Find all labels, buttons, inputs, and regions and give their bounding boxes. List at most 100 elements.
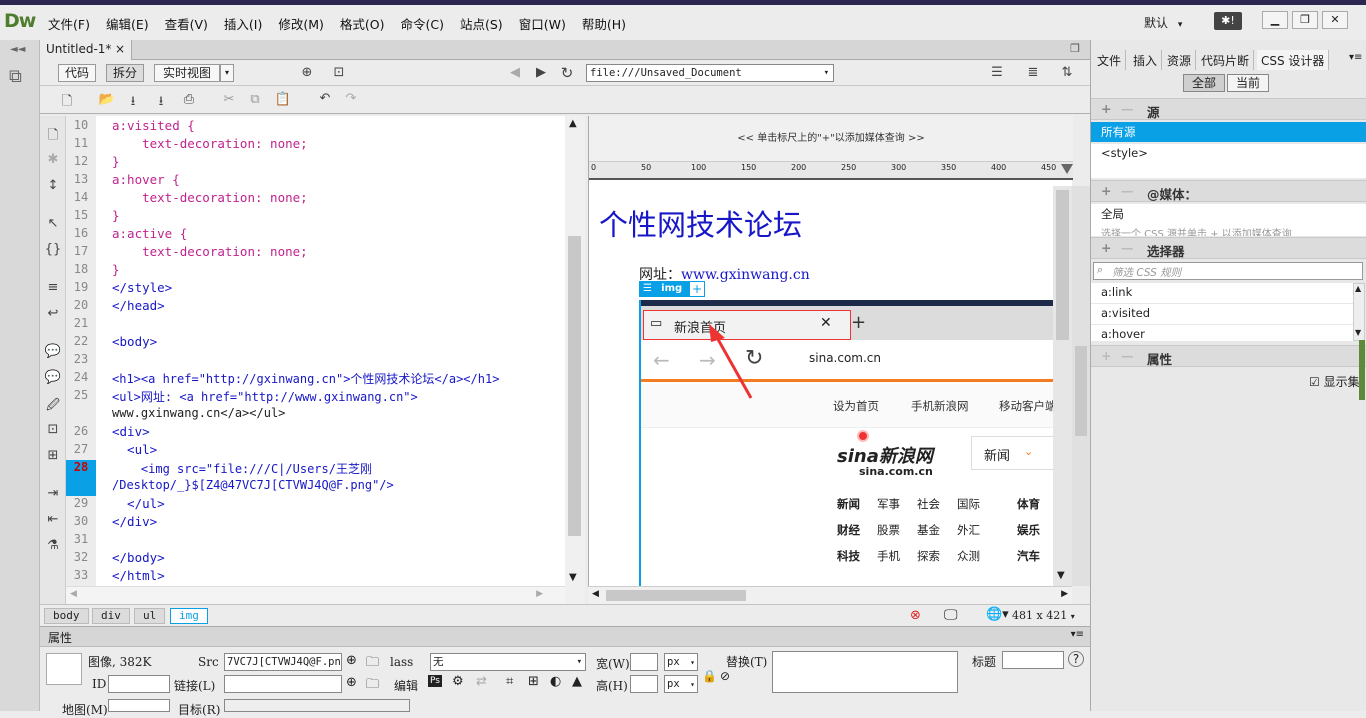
tab-assets[interactable]: 资源	[1163, 50, 1197, 70]
edit-settings-icon[interactable]: ⚙	[452, 674, 464, 689]
menu-site[interactable]: 站点(S)	[452, 14, 511, 33]
scrollbar-thumb[interactable]	[1075, 346, 1087, 436]
scrollbar-thumb[interactable]	[568, 236, 581, 536]
scroll-down-icon[interactable]: ▼	[569, 572, 577, 583]
minimize-icon[interactable]: ▁	[1262, 11, 1288, 29]
embedded-screenshot[interactable]: ▭ 新浪首页 ✕ + ← → ↻ sina.com.cn 设为首页 手机新浪网 …	[639, 300, 1053, 602]
remove-media-icon[interactable]: —	[1121, 183, 1134, 198]
crop-icon[interactable]: ⌗	[506, 674, 513, 689]
selector-item[interactable]: a:link	[1091, 283, 1353, 303]
browse-folder-icon[interactable]: 🗀	[366, 675, 379, 697]
menu-help[interactable]: 帮助(H)	[574, 14, 634, 33]
layout-icon[interactable]: ☰	[988, 65, 1006, 80]
width-unit-select[interactable]: px ▾	[664, 653, 698, 671]
close-icon[interactable]: ×	[115, 42, 125, 56]
save-all-icon[interactable]: ⭳	[152, 92, 170, 114]
media-item-global[interactable]: 全局	[1091, 204, 1366, 224]
globe-icon[interactable]: 🌐▾	[986, 607, 1009, 622]
word-wrap-icon[interactable]: ↩	[44, 306, 62, 321]
height-unit-select[interactable]: px ▾	[664, 675, 698, 693]
outdent-icon[interactable]: ⇤	[44, 512, 62, 527]
address-input[interactable]: file:///Unsaved_Document ▾	[586, 64, 834, 82]
tab-insert[interactable]: 插入	[1129, 50, 1163, 70]
link-input[interactable]	[224, 675, 342, 693]
open-folder-icon[interactable]: 📂	[98, 92, 116, 107]
crumb-img[interactable]: img	[170, 608, 208, 624]
wrap-tag-icon[interactable]: 🖉	[44, 396, 62, 418]
balance-braces-icon[interactable]: {}	[44, 242, 62, 257]
remove-selector-icon[interactable]: —	[1121, 240, 1134, 255]
scroll-right-icon[interactable]: ▶	[536, 589, 543, 599]
scrollbar-thumb[interactable]	[1056, 190, 1069, 340]
lock-icon[interactable]: 🔒	[702, 669, 717, 683]
update-icon[interactable]: ⇄	[476, 674, 487, 689]
live-view-button[interactable]: 实时视图	[154, 64, 220, 82]
paste-icon[interactable]: 📋	[274, 92, 292, 107]
scroll-left-icon[interactable]: ◀	[592, 589, 599, 599]
live-view-dropdown[interactable]: ▾	[220, 64, 234, 82]
forward-icon[interactable]: ▶	[532, 65, 550, 80]
crumb-ul[interactable]: ul	[134, 608, 166, 624]
new-document-icon[interactable]: 🗋	[58, 92, 76, 114]
source-item-all[interactable]: 所有源	[1091, 122, 1366, 142]
img-tag-badge[interactable]: ☰ img	[639, 281, 689, 297]
scroll-up-icon[interactable]: ▲	[569, 118, 577, 129]
split-view-button[interactable]: 拆分	[106, 64, 144, 82]
restore-icon[interactable]: ❐	[1292, 11, 1318, 29]
selector-item[interactable]: a:hover	[1091, 325, 1353, 341]
class-select[interactable]: 无 ▾	[430, 653, 586, 671]
menu-view[interactable]: 查看(V)	[157, 14, 216, 33]
refresh-icon[interactable]: ↻	[558, 64, 576, 82]
add-property-icon[interactable]: +	[1101, 348, 1111, 363]
src-input[interactable]: 7VC7J[CTVWJ4Q@F.png	[224, 653, 342, 671]
tab-snippets[interactable]: 代码片断	[1197, 50, 1255, 70]
reset-size-icon[interactable]: ⊘	[720, 669, 730, 683]
scroll-down-icon[interactable]: ▼	[1057, 570, 1065, 581]
brightness-icon[interactable]: ◐	[550, 674, 561, 689]
remove-source-icon[interactable]: —	[1121, 101, 1134, 116]
gear-icon[interactable]: ✱!	[1214, 12, 1242, 30]
back-icon[interactable]: ◀	[506, 65, 524, 80]
undo-icon[interactable]: ↶	[316, 91, 334, 106]
inspect-icon[interactable]: ⊡	[330, 65, 348, 80]
print-icon[interactable]: ⎙	[180, 92, 198, 107]
alt-input[interactable]	[772, 651, 958, 693]
title-input[interactable]	[1002, 651, 1064, 669]
target-icon[interactable]: ⊕	[298, 65, 316, 80]
tab-files[interactable]: 文件	[1093, 50, 1127, 70]
design-vertical-scrollbar[interactable]: ▼	[1053, 186, 1072, 586]
window-size[interactable]: 481 x 421 ▾	[1012, 609, 1075, 622]
show-set-checkbox[interactable]: ☑ 显示集	[1309, 373, 1360, 390]
sort-icon[interactable]: ⇅	[1058, 65, 1076, 80]
point-to-file-icon[interactable]: ⊕	[346, 653, 357, 668]
indent-icon[interactable]: ⇥	[44, 486, 62, 501]
redo-icon[interactable]: ↷	[342, 91, 360, 106]
code-view-button[interactable]: 代码	[58, 64, 96, 82]
point-to-file-icon[interactable]: ⊕	[346, 675, 357, 690]
add-media-icon[interactable]: +	[1101, 183, 1111, 198]
add-selector-icon[interactable]: +	[1101, 240, 1111, 255]
source-item-style[interactable]: <style>	[1091, 144, 1366, 164]
crumb-body[interactable]: body	[44, 608, 89, 624]
select-parent-icon[interactable]: ↖	[44, 216, 62, 231]
menu-file[interactable]: 文件(F)	[40, 14, 98, 33]
design-view[interactable]: << 单击标尺上的"+"以添加媒体查询 >> 0 50 100 150 200 …	[588, 116, 1073, 604]
tab-css-designer[interactable]: CSS 设计器	[1257, 50, 1330, 70]
browse-folder-icon[interactable]: 🗀	[366, 653, 379, 675]
design-horizontal-scrollbar[interactable]: ◀ ▶	[588, 586, 1072, 604]
filter-current-button[interactable]: 当前	[1227, 74, 1269, 92]
recent-snippets-icon[interactable]: ⊡	[44, 422, 62, 437]
media-query-bar[interactable]: << 单击标尺上的"+"以添加媒体查询 >>	[589, 116, 1073, 162]
page-heading[interactable]: 个性网技术论坛	[599, 202, 802, 244]
line-numbers-icon[interactable]: ≡	[44, 280, 62, 295]
width-input[interactable]	[630, 653, 658, 671]
img-add-class-button[interactable]: +	[689, 281, 705, 297]
selectors-scrollbar[interactable]: ▲ ▼	[1353, 283, 1365, 341]
move-css-icon[interactable]: ⊞	[44, 448, 62, 463]
id-input[interactable]	[108, 675, 170, 693]
map-input[interactable]	[108, 699, 170, 712]
edit-photoshop-icon[interactable]: Ps	[428, 675, 442, 687]
selector-item[interactable]: a:visited	[1091, 304, 1353, 324]
scroll-down-icon[interactable]: ▼	[1355, 328, 1361, 337]
save-icon[interactable]: ⭳	[124, 92, 142, 114]
